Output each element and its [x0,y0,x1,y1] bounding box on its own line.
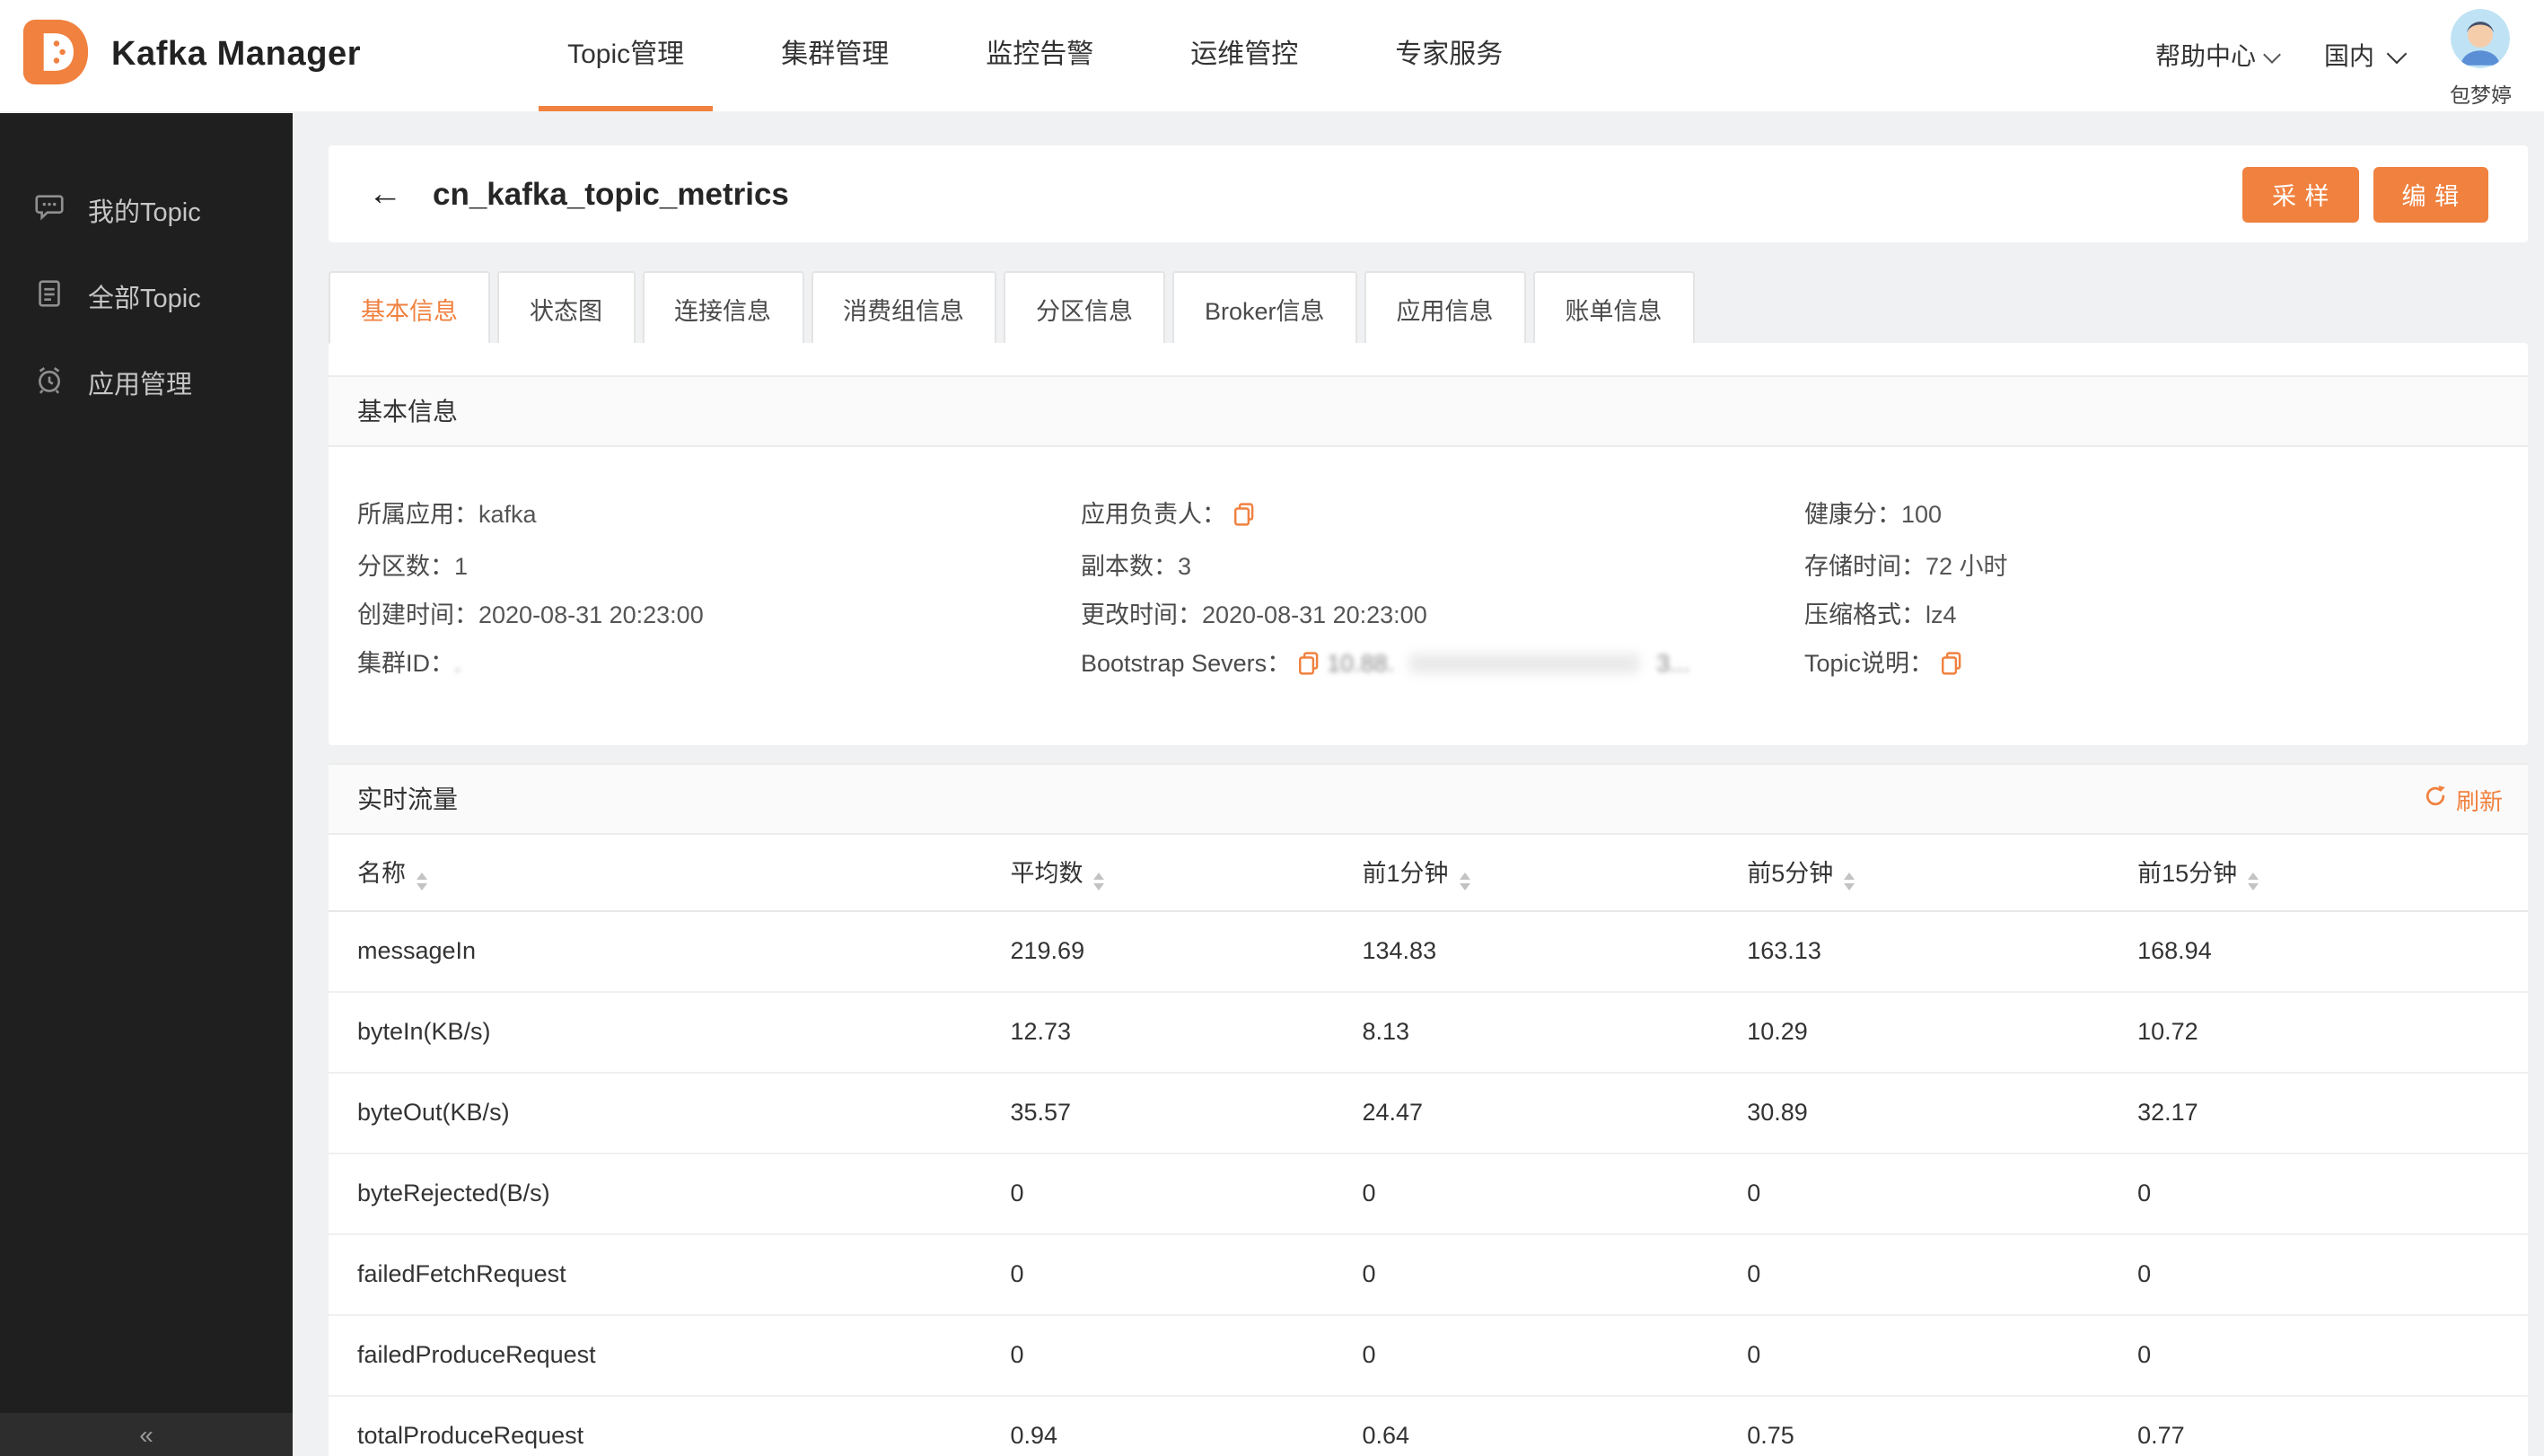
sort-icon [1093,873,1105,891]
tab-app-info[interactable]: 应用信息 [1364,271,1526,343]
top-header: Kafka Manager Topic管理 集群管理 监控告警 运维管控 专家服… [0,0,2544,113]
redacted-text [1408,653,1639,673]
document-list-icon [32,276,66,317]
field-app: 所属应用：kafka [357,501,537,528]
basic-info-grid: 所属应用：kafka 应用负责人： 健康分：100 分区数：1 副本数：3 存储… [329,447,2528,745]
field-bootstrap-servers: Bootstrap Severs： 10.88. 3... [1081,639,1804,691]
sidebar-item-label: 应用管理 [88,371,192,399]
column-header-last-15min[interactable]: 前15分钟 [2137,835,2528,911]
username: 包梦婷 [2450,85,2512,107]
field-compression: 压缩格式：lz4 [1804,601,1957,628]
sidebar-item-label: 全部Topic [88,285,201,313]
tab-connection-info[interactable]: 连接信息 [642,271,803,343]
table-row: failedProduceRequest 0 0 0 0 [329,1313,2528,1395]
column-header-last-5min[interactable]: 前5分钟 [1747,835,2138,911]
main-nav: Topic管理 集群管理 监控告警 运维管控 专家服务 [519,0,1551,111]
refresh-icon [2424,785,2447,813]
nav-expert-service[interactable]: 专家服务 [1366,0,1531,111]
field-health-score: 健康分：100 [1804,501,1943,528]
nav-cluster-manage[interactable]: 集群管理 [752,0,917,111]
region-selector[interactable]: 国内 [2324,38,2407,74]
brand[interactable]: Kafka Manager [22,0,361,111]
field-create-time: 创建时间：2020-08-31 20:23:00 [357,601,704,628]
table-row: failedFetchRequest 0 0 0 0 [329,1232,2528,1314]
sort-icon [2248,873,2259,891]
brand-title: Kafka Manager [111,36,362,74]
sort-icon [1844,873,1855,891]
tab-consumer-group-info[interactable]: 消费组信息 [811,271,996,343]
page-title: cn_kafka_topic_metrics [433,175,789,211]
tab-billing-info[interactable]: 账单信息 [1532,271,1695,343]
field-retention-time: 存储时间：72 小时 [1804,553,2008,580]
nav-topic-manage[interactable]: Topic管理 [539,0,714,111]
table-row: byteOut(KB/s) 35.57 24.47 30.89 32.17 [329,1071,2528,1153]
main-content: ← cn_kafka_topic_metrics 采 样 编 辑 基本信息 状态… [293,113,2544,1456]
realtime-traffic-card: 实时流量 刷新 名称 平均数 前1分钟 前5分钟 前15分钟 messageIn… [329,763,2528,1456]
back-arrow-icon[interactable]: ← [368,177,402,211]
field-partition-count: 分区数：1 [357,553,469,580]
header-right: 帮助中心 国内 包梦婷 [2155,0,2512,111]
table-row: byteRejected(B/s) 0 0 0 0 [329,1152,2528,1233]
table-row: byteIn(KB/s) 12.73 8.13 10.29 10.72 [329,990,2528,1072]
column-header-last-1min[interactable]: 前1分钟 [1362,835,1748,911]
sidebar: 我的Topic 全部Topic 应用管理 « [0,113,293,1456]
sidebar-collapse-toggle[interactable]: « [0,1413,293,1456]
table-row: totalProduceRequest 0.94 0.64 0.75 0.77 [329,1394,2528,1456]
column-header-average[interactable]: 平均数 [1010,835,1363,911]
alarm-clock-icon [32,362,66,403]
copy-icon[interactable] [1233,494,1255,542]
section-title: 基本信息 [357,397,458,425]
edit-button[interactable]: 编 辑 [2373,166,2488,222]
sidebar-item-my-topic[interactable]: 我的Topic [0,167,293,253]
sort-icon [417,873,427,891]
sort-icon [1459,873,1470,891]
tab-partition-info[interactable]: 分区信息 [1004,271,1165,343]
tab-status-chart[interactable]: 状态图 [497,271,635,343]
table-header-row: 名称 平均数 前1分钟 前5分钟 前15分钟 [329,835,2528,911]
basic-info-section-bar: 基本信息 [329,375,2528,447]
tab-basic-info[interactable]: 基本信息 [329,271,490,343]
user-menu[interactable]: 包梦婷 [2450,3,2512,109]
table-row: messageIn 219.69 134.83 163.13 168.94 [357,937,2212,964]
field-cluster-id: 集群ID：. [357,650,461,677]
app-logo-icon [22,17,90,94]
field-replica-count: 副本数：3 [1081,553,1192,580]
field-topic-description: Topic说明： [1804,639,2528,691]
chat-bubble-icon [32,189,66,231]
copy-icon[interactable] [1941,643,1962,691]
field-app-owner: 应用负责人： [1081,490,1804,542]
avatar [2451,8,2511,76]
realtime-section-bar: 实时流量 刷新 [329,763,2528,835]
chevron-down-icon [2385,43,2407,65]
field-modify-time: 更改时间：2020-08-31 20:23:00 [1081,601,1427,628]
section-title: 实时流量 [357,785,458,813]
chevron-down-icon [2262,46,2280,64]
nav-monitor-alert[interactable]: 监控告警 [957,0,1122,111]
column-header-name[interactable]: 名称 [329,835,1011,911]
sidebar-item-label: 我的Topic [88,198,201,227]
help-center-link[interactable]: 帮助中心 [2155,38,2280,74]
nav-ops-control[interactable]: 运维管控 [1162,0,1327,111]
topic-title-card: ← cn_kafka_topic_metrics 采 样 编 辑 [329,145,2528,242]
sidebar-item-all-topic[interactable]: 全部Topic [0,253,293,339]
sidebar-item-app-manage[interactable]: 应用管理 [0,339,293,425]
tab-broker-info[interactable]: Broker信息 [1172,271,1357,343]
realtime-metrics-table: 名称 平均数 前1分钟 前5分钟 前15分钟 messageIn 219.69 13… [329,835,2528,1456]
app-root: Kafka Manager Topic管理 集群管理 监控告警 运维管控 专家服… [0,0,2544,1456]
topic-tabs: 基本信息 状态图 连接信息 消费组信息 分区信息 Broker信息 应用信息 账… [329,271,2528,343]
sample-button[interactable]: 采 样 [2242,166,2359,222]
refresh-button[interactable]: 刷新 [2424,782,2503,816]
basic-info-card: 基本信息 所属应用：kafka 应用负责人： 健康分：100 分区数：1 副本数… [329,343,2528,745]
copy-icon[interactable] [1298,643,1320,691]
